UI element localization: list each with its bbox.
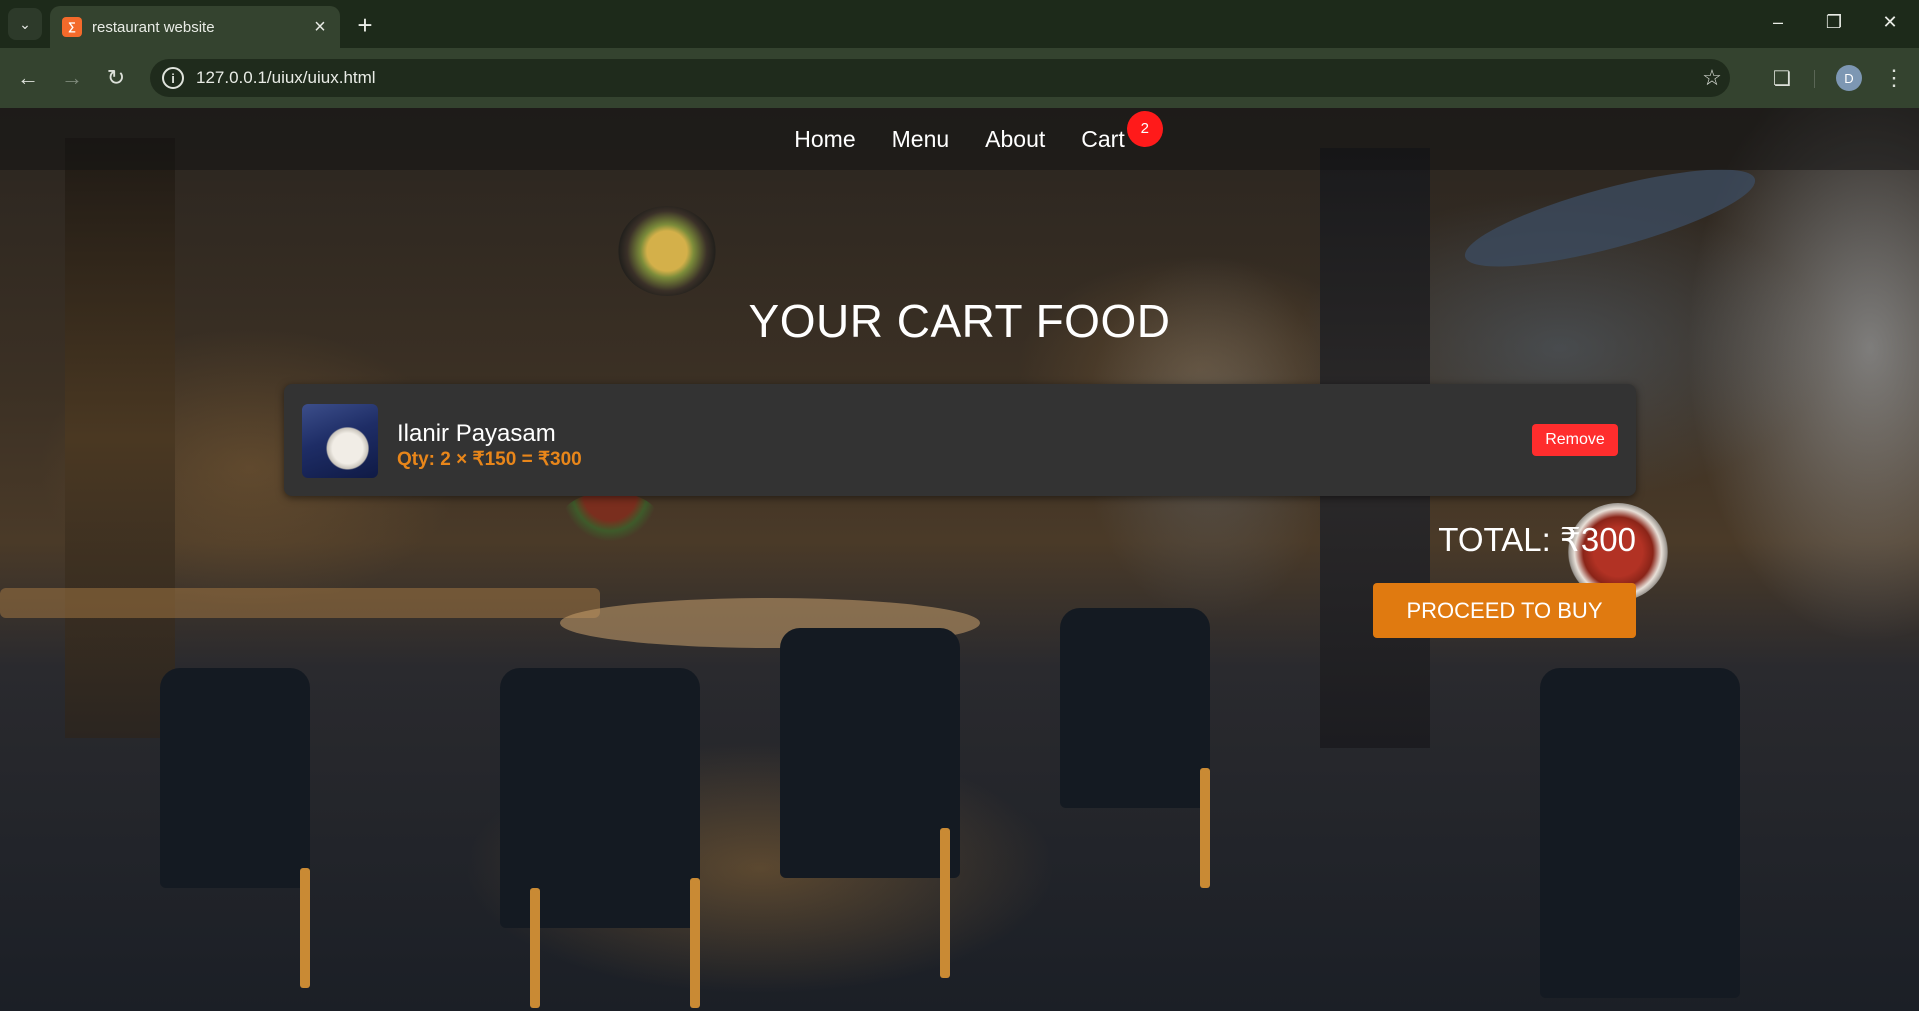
background-chair-leg [530,888,540,1008]
background-chair [160,668,310,888]
favicon-icon: ∑ [62,17,82,37]
cart-item: Ilanir Payasam Qty: 2 × ₹150 = ₹300 Remo… [284,384,1636,496]
background-chair-leg [940,828,950,978]
url-text[interactable]: 127.0.0.1/uiux/uiux.html [196,68,1694,88]
reload-icon[interactable]: ↻ [100,62,132,94]
background-chair-leg [1200,768,1210,888]
proceed-to-buy-button[interactable]: PROCEED TO BUY [1373,583,1636,638]
minimize-icon[interactable]: – [1750,0,1806,44]
food-plate-image [562,492,658,542]
food-bowl-image [618,206,716,296]
background-counter [0,588,600,618]
background-chair [1540,668,1740,998]
cart-item-quantity-price: Qty: 2 × ₹150 = ₹300 [397,449,582,470]
kebab-menu-icon[interactable]: ⋮ [1878,62,1910,94]
tab-title: restaurant website [92,18,215,36]
extensions-puzzle-icon[interactable]: ❏ [1766,62,1798,94]
cart-item-name: Ilanir Payasam [397,420,556,447]
cart-total: TOTAL: ₹300 [1438,521,1636,558]
browser-tab[interactable]: ∑ restaurant website × [50,6,340,48]
chevron-down-icon: ⌄ [19,15,31,32]
site-navbar: Home Menu About Cart 2 [0,108,1919,170]
back-arrow-icon[interactable]: ← [12,62,44,94]
nav-menu-link[interactable]: Menu [892,126,950,153]
browser-toolbar: ← → ↻ i 127.0.0.1/uiux/uiux.html ☆ ❏ D ⋮ [0,48,1919,108]
new-tab-button[interactable]: + [350,10,380,40]
background-shelf [65,138,175,738]
profile-avatar[interactable]: D [1836,65,1862,91]
cart-heading: YOUR CART FOOD [748,295,1171,347]
background-chair [780,628,960,878]
cart-count-badge: 2 [1126,110,1163,147]
nav-cart-label: Cart [1081,125,1125,152]
nav-home-link[interactable]: Home [794,126,855,153]
nav-cart-link[interactable]: Cart 2 [1081,110,1163,153]
nav-about-link[interactable]: About [985,126,1045,153]
restore-icon[interactable]: ❐ [1806,0,1862,44]
toolbar-divider [1814,70,1815,88]
background-chair-leg [690,878,700,1008]
cart-item-thumbnail [302,404,378,478]
tab-search-button[interactable]: ⌄ [8,8,42,40]
remove-item-button[interactable]: Remove [1532,424,1618,456]
info-icon[interactable]: i [162,67,184,89]
background-hanging-lamp [1457,150,1763,286]
bookmark-star-icon[interactable]: ☆ [1694,65,1730,91]
browser-tab-bar: ⌄ ∑ restaurant website × + – ❐ ✕ [0,0,1919,48]
forward-arrow-icon[interactable]: → [56,62,88,94]
restaurant-page: Home Menu About Cart 2 YOUR CART FOOD Il… [0,108,1919,1011]
address-bar[interactable]: i 127.0.0.1/uiux/uiux.html ☆ [150,59,1730,97]
close-tab-icon[interactable]: × [306,13,334,41]
window-close-icon[interactable]: ✕ [1862,0,1918,44]
background-chair-leg [300,868,310,988]
background-chair [1060,608,1210,808]
